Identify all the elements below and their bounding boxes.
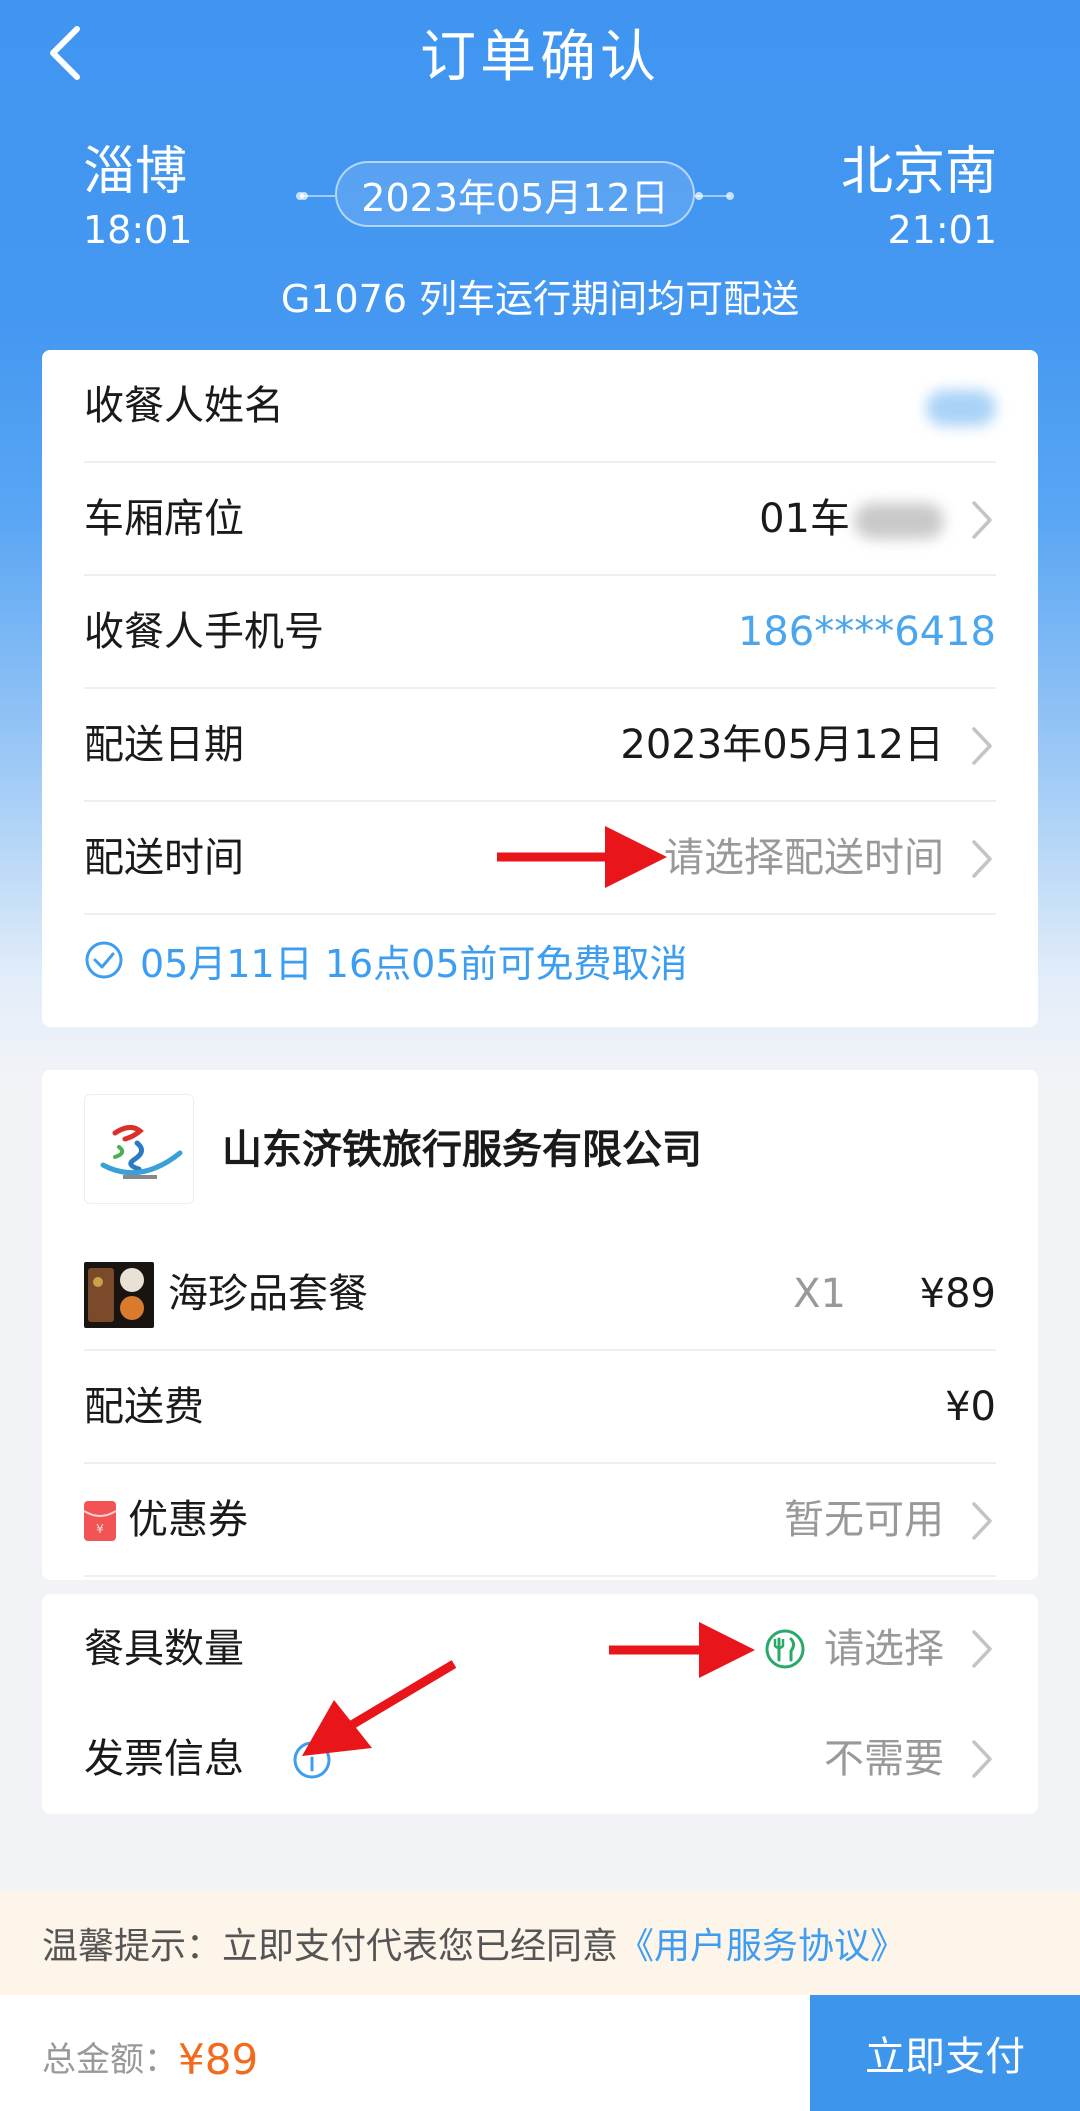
receiver-name-value bbox=[926, 350, 996, 463]
delivery-time-label: 配送时间 bbox=[84, 835, 244, 881]
phone-value: 186****6418 bbox=[737, 609, 996, 655]
route-line-right bbox=[695, 192, 734, 200]
order-card: 山东济铁旅行服务有限公司 海珍品套餐 X1 ¥89 配送费 ¥0 ¥ 优惠券 暂… bbox=[42, 1070, 1038, 1580]
meal-price: ¥89 bbox=[919, 1271, 996, 1317]
departure-station: 淄博 18:01 bbox=[83, 142, 193, 252]
invoice-label: 发票信息 bbox=[84, 1736, 244, 1782]
meal-quantity: X1 bbox=[793, 1271, 846, 1317]
free-cancel-notice: 05月11日 16点05前可免费取消 bbox=[84, 910, 996, 1010]
chevron-right-icon bbox=[972, 727, 992, 765]
receiver-name-row[interactable]: 收餐人姓名 bbox=[84, 350, 996, 463]
annotation-arrow-utensils bbox=[609, 1622, 755, 1678]
delivery-date-row[interactable]: 配送日期 2023年05月12日 bbox=[84, 689, 996, 802]
annotation-arrow-time bbox=[497, 826, 667, 888]
company-name: 山东济铁旅行服务有限公司 bbox=[222, 1127, 702, 1173]
phone-label: 收餐人手机号 bbox=[84, 609, 324, 655]
pay-now-button[interactable]: 立即支付 bbox=[810, 1995, 1080, 2111]
delivery-fee-label: 配送费 bbox=[84, 1384, 204, 1430]
receiver-name-label: 收餐人姓名 bbox=[84, 383, 284, 429]
chevron-right-icon bbox=[972, 1502, 992, 1540]
free-cancel-text: 05月11日 16点05前可免费取消 bbox=[140, 941, 688, 986]
seat-value: 01车 bbox=[759, 463, 944, 576]
invoice-row[interactable]: 发票信息 不需要 bbox=[84, 1704, 996, 1814]
travel-date-badge: 2023年05月12日 bbox=[335, 161, 695, 227]
chevron-right-icon bbox=[972, 1740, 992, 1778]
utensils-value: 请选择 bbox=[824, 1626, 944, 1672]
utensils-row[interactable]: 餐具数量 请选择 bbox=[84, 1594, 996, 1704]
chevron-right-icon bbox=[972, 840, 992, 878]
departure-time: 18:01 bbox=[83, 208, 193, 252]
delivery-time-placeholder: 请选择配送时间 bbox=[664, 835, 944, 881]
user-agreement-link[interactable]: 《用户服务协议》 bbox=[618, 1917, 906, 1969]
checkout-bar: 总金额： ¥89 立即支付 bbox=[0, 1995, 1080, 2111]
arrival-time: 21:01 bbox=[887, 208, 997, 252]
departure-station-name: 淄博 bbox=[83, 142, 188, 202]
coupon-row[interactable]: ¥ 优惠券 暂无可用 bbox=[83, 1464, 996, 1577]
svg-text:¥: ¥ bbox=[96, 1522, 104, 1536]
coupon-value: 暂无可用 bbox=[784, 1497, 944, 1543]
utensils-label: 餐具数量 bbox=[84, 1626, 244, 1672]
coupon-label: 优惠券 bbox=[128, 1497, 248, 1543]
utensils-icon bbox=[765, 1629, 805, 1669]
agreement-tip: 温馨提示：立即支付代表您已经同意 《用户服务协议》 bbox=[0, 1891, 1080, 1995]
train-info: G1076 列车运行期间均可配送 bbox=[280, 277, 800, 321]
arrival-station-name: 北京南 bbox=[840, 142, 997, 202]
meal-item-row: 海珍品套餐 X1 ¥89 bbox=[84, 1238, 996, 1351]
seat-row[interactable]: 车厢席位 01车 bbox=[84, 463, 996, 576]
red-envelope-icon: ¥ bbox=[83, 1501, 117, 1541]
delivery-date-label: 配送日期 bbox=[84, 722, 244, 768]
annotation-arrow-invoice bbox=[302, 1660, 457, 1756]
check-circle-icon bbox=[85, 941, 123, 979]
total-amount: ¥89 bbox=[178, 2035, 259, 2084]
total-label: 总金额： bbox=[42, 2040, 178, 2080]
seat-label: 车厢席位 bbox=[84, 496, 244, 542]
extras-card: 餐具数量 请选择 发票信息 不需要 bbox=[42, 1594, 1038, 1814]
chevron-right-icon bbox=[972, 501, 992, 539]
invoice-value: 不需要 bbox=[824, 1736, 944, 1782]
delivery-fee-value: ¥0 bbox=[945, 1384, 996, 1430]
arrival-station: 北京南 21:01 bbox=[841, 142, 997, 252]
chevron-right-icon bbox=[972, 1630, 992, 1668]
phone-row[interactable]: 收餐人手机号 186****6418 bbox=[84, 576, 996, 689]
meal-thumbnail bbox=[84, 1262, 154, 1328]
meal-name: 海珍品套餐 bbox=[168, 1271, 368, 1317]
nav-bar: 订单确认 bbox=[0, 0, 1080, 110]
company-logo bbox=[84, 1094, 194, 1204]
delivery-fee-row: 配送费 ¥0 bbox=[84, 1351, 996, 1464]
seat-value-prefix: 01车 bbox=[759, 496, 850, 542]
page-title: 订单确认 bbox=[420, 25, 660, 90]
route-line-left bbox=[296, 192, 335, 200]
tip-text: 温馨提示：立即支付代表您已经同意 bbox=[42, 1926, 619, 1967]
delivery-info-card: 收餐人姓名 车厢席位 01车 收餐人手机号 186****6418 配送日期 2… bbox=[42, 350, 1038, 1027]
delivery-date-value: 2023年05月12日 bbox=[620, 722, 944, 768]
